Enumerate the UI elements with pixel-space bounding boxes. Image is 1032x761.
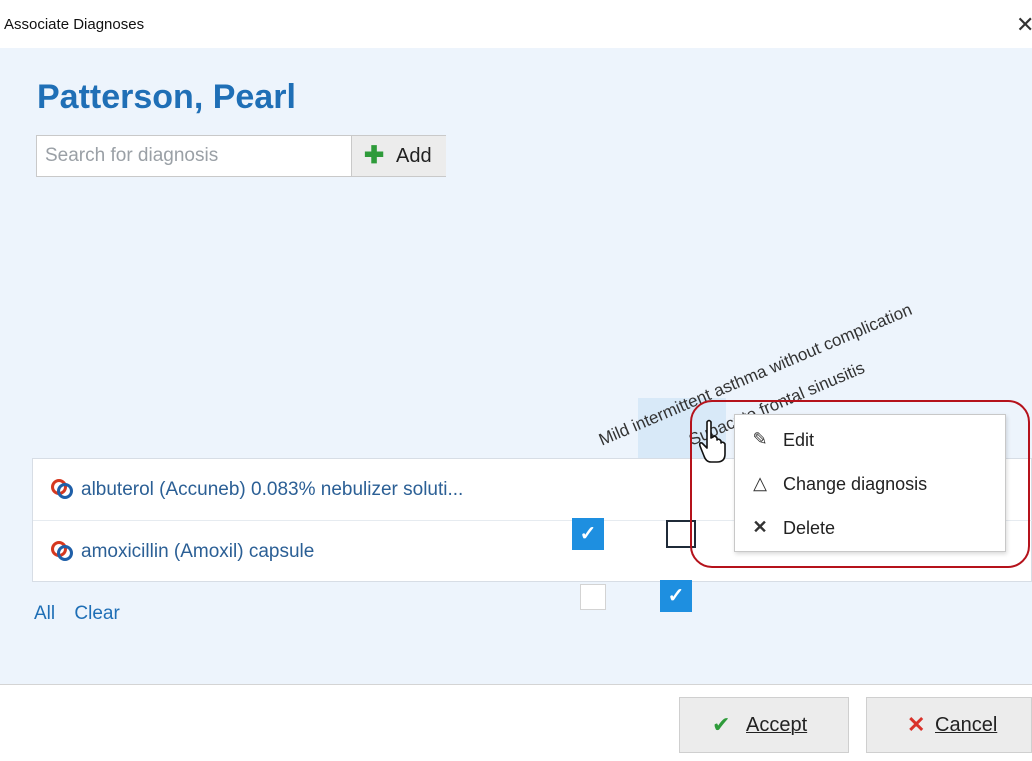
medication-name: albuterol (Accuneb) 0.083% nebulizer sol… bbox=[81, 479, 464, 500]
cancel-button[interactable]: ✕ Cancel bbox=[866, 697, 1032, 753]
select-all-link[interactable]: All bbox=[34, 603, 55, 624]
title-bar: Associate Diagnoses ✕ bbox=[0, 0, 1032, 48]
selection-links: All Clear bbox=[34, 603, 134, 625]
close-icon[interactable]: ✕ bbox=[1016, 12, 1032, 38]
add-button[interactable]: ✚ Add bbox=[351, 136, 446, 176]
checkmark-icon: ✔ bbox=[712, 712, 731, 737]
patient-name: Patterson, Pearl bbox=[37, 78, 296, 116]
association-checkbox[interactable] bbox=[580, 584, 606, 610]
x-icon: ✕ bbox=[907, 712, 926, 737]
medication-name: amoxicillin (Amoxil) capsule bbox=[81, 541, 315, 562]
dialog-content: Patterson, Pearl ✚ Add bbox=[0, 48, 1032, 684]
rx-icon bbox=[51, 541, 73, 561]
search-bar: ✚ Add bbox=[36, 135, 446, 177]
association-checkbox-checked[interactable]: ✓ bbox=[660, 580, 692, 612]
accept-button-label: Accept bbox=[746, 714, 808, 736]
annotation-outline bbox=[690, 400, 1030, 568]
accept-button[interactable]: ✔ Accept bbox=[679, 697, 849, 753]
association-checkbox-checked[interactable]: ✓ bbox=[572, 518, 604, 550]
clear-link[interactable]: Clear bbox=[74, 603, 119, 624]
rx-icon bbox=[51, 479, 73, 499]
hand-cursor-icon bbox=[698, 419, 726, 463]
dialog-footer: ✔ Accept ✕ Cancel bbox=[0, 684, 1032, 761]
plus-icon: ✚ bbox=[364, 142, 385, 169]
window-title: Associate Diagnoses bbox=[4, 16, 145, 33]
cancel-button-label: Cancel bbox=[935, 714, 998, 736]
search-input[interactable] bbox=[37, 136, 351, 176]
add-button-label: Add bbox=[396, 145, 432, 167]
